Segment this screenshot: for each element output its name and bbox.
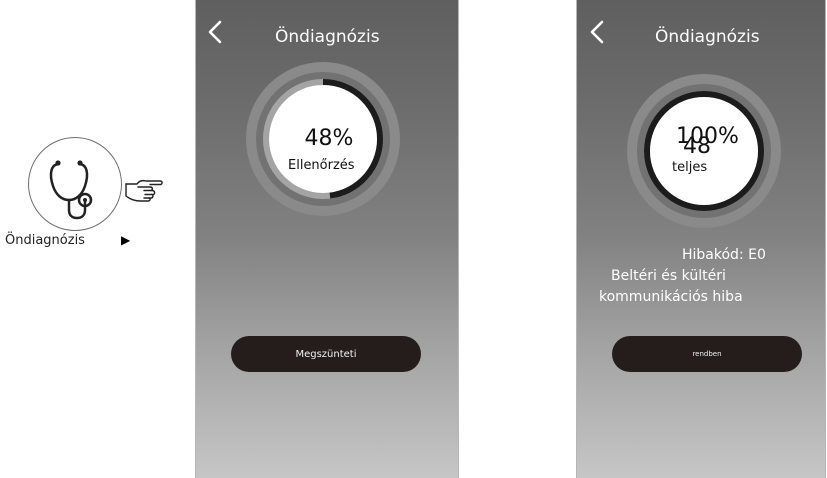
page-title: Öndiagnózis [655,27,760,47]
status-text: teljes [672,160,708,175]
self-diagnosis-result-screen: Öndiagnózis 100% 48 teljes Hibakód: E0 B… [576,0,826,478]
error-code: Hibakód: E0 [682,247,766,263]
status-text: Ellenőrzés [288,158,355,173]
error-message-line-1: Beltéri és kültéri [611,268,726,284]
stethoscope-badge [28,137,122,231]
progress-percent: 48% [304,126,354,151]
play-arrow-icon: ▶ [121,233,131,247]
self-diagnosis-label: Öndiagnózis [5,233,85,248]
pointing-hand-icon [125,179,163,202]
back-arrow-icon[interactable] [589,20,607,44]
stethoscope-icon [49,160,93,220]
ok-button[interactable]: rendben [612,336,802,372]
self-diagnosis-progress-screen: Öndiagnózis 48% Ellenőrzés Megszünteti [195,0,459,478]
progress-percent-overlay: 48 [683,134,711,159]
cancel-button[interactable]: Megszünteti [231,336,421,372]
error-message-line-2: kommunikációs hiba [599,289,743,305]
page-title: Öndiagnózis [275,27,380,47]
back-arrow-icon[interactable] [207,20,225,44]
